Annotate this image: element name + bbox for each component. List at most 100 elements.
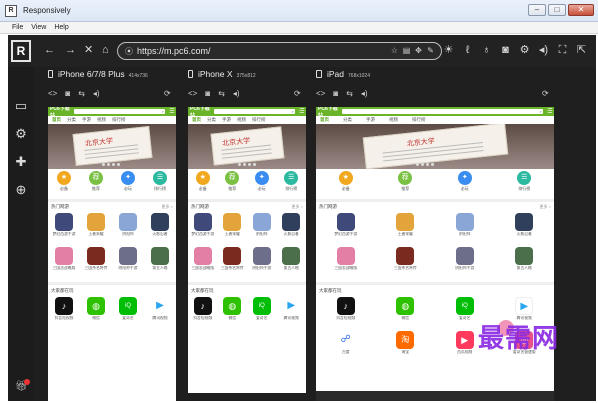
game-item[interactable]: 第五人格 — [495, 245, 555, 279]
site-search-input[interactable]: ⌕ — [214, 109, 295, 114]
network-icon[interactable]: ⊕ — [12, 181, 30, 199]
app-item[interactable]: ◍ 微信 — [80, 295, 112, 329]
forward-icon[interactable]: → — [65, 44, 76, 56]
game-item[interactable]: 梦幻西游手游 — [188, 211, 218, 245]
menu-view[interactable]: View — [31, 24, 46, 31]
app-item[interactable]: ♪ 抖音短视频 — [48, 295, 80, 329]
app-item[interactable]: ▶ 腾讯视频 — [277, 295, 307, 329]
close-button[interactable]: ✕ — [568, 4, 594, 16]
bookmark-icon[interactable]: ☆ — [390, 46, 399, 56]
refresh-icon[interactable]: ⟳ — [164, 89, 171, 98]
game-item[interactable]: 阴阳师 — [247, 211, 277, 245]
game-item[interactable]: 阴阳师手游 — [112, 245, 144, 279]
extensions-icon[interactable]: ✚ — [12, 153, 30, 171]
menu-icon[interactable]: ☰ — [168, 108, 176, 116]
settings-gear-icon[interactable]: ⚙ — [518, 43, 531, 58]
brightness-icon[interactable]: ☀ — [442, 43, 455, 58]
site-tab[interactable]: 手游 — [222, 117, 231, 123]
site-search-input[interactable]: ⌕ — [74, 109, 165, 114]
category-item[interactable]: 荐推荐 — [84, 171, 109, 197]
mute-icon[interactable]: ◂) — [93, 89, 100, 98]
devtools-icon[interactable]: <> — [316, 89, 325, 98]
category-item[interactable]: 荐推荐 — [220, 171, 245, 197]
game-item[interactable]: 火影忍者 — [277, 211, 307, 245]
screenshot-icon[interactable]: ◙ — [65, 89, 70, 98]
screenshot-icon[interactable]: ◙ — [499, 43, 512, 58]
inspect-icon[interactable]: ℓ — [461, 43, 474, 58]
category-item[interactable]: ✦ 必玩 — [116, 171, 141, 197]
game-item[interactable]: 三国杀名将传 — [80, 245, 112, 279]
screenshot-icon[interactable]: ◙ — [205, 89, 210, 98]
more-link[interactable]: 更多 > — [292, 204, 303, 210]
site-tab[interactable]: 视频 — [97, 117, 106, 123]
app-item[interactable]: ▶ 腾讯视频 — [144, 295, 176, 329]
game-item[interactable]: 阴阳师 — [112, 211, 144, 245]
site-search-input[interactable]: ⌕ — [342, 109, 543, 114]
category-item[interactable]: ☰ 排行榜 — [279, 171, 304, 197]
site-tab[interactable]: 排行榜 — [412, 117, 426, 123]
site-tab[interactable]: 视频 — [389, 117, 398, 123]
rotate-icon[interactable]: ⇆ — [218, 89, 225, 98]
banner-image[interactable]: 北京大学 — [188, 124, 306, 169]
game-item[interactable]: 阴阳师 — [435, 211, 495, 245]
edit-icon[interactable]: ✎ — [426, 46, 435, 56]
app-item[interactable]: iQ 爱奇艺 — [112, 295, 144, 329]
menu-file[interactable]: File — [12, 24, 23, 31]
game-item[interactable]: 三国杀名将传 — [376, 245, 436, 279]
category-item[interactable]: ☰ 排行榜 — [148, 171, 173, 197]
game-item[interactable]: 火影忍者 — [144, 211, 176, 245]
rotate-icon[interactable]: ⇆ — [78, 89, 85, 98]
device-screen[interactable]: PC6下载站 ⌕ ☰ 首页 分类 手游 视频 排行榜 北京大学 — [316, 107, 554, 401]
layout-icon[interactable]: ⇱ — [575, 43, 588, 58]
url-bar[interactable]: ⦿ https://m.pc6.com/ ☆ ▤ ✥ ✎ — [117, 42, 442, 60]
home-icon[interactable]: ⌂ — [102, 44, 109, 56]
game-item[interactable]: 王者荣耀 — [218, 211, 248, 245]
devices-icon[interactable]: ▭ — [12, 97, 30, 115]
refresh-icon[interactable]: ⟳ — [294, 89, 301, 98]
clipboard-icon[interactable]: ▤ — [402, 46, 411, 56]
game-item[interactable]: 梦幻西游手游 — [316, 211, 376, 245]
menu-help[interactable]: Help — [54, 24, 68, 31]
category-item[interactable]: ★ 必备 — [190, 171, 215, 197]
site-tab[interactable]: 视频 — [237, 117, 246, 123]
site-tab[interactable]: 分类 — [67, 117, 76, 123]
maximize-button[interactable]: □ — [548, 4, 566, 16]
game-item[interactable]: 梦幻西游手游 — [48, 211, 80, 245]
refresh-icon[interactable]: ⟳ — [542, 89, 549, 98]
minimize-button[interactable]: – — [528, 4, 546, 16]
app-item[interactable]: iQ 爱奇艺 — [247, 295, 277, 329]
menu-icon[interactable]: ☰ — [546, 108, 554, 116]
url-text[interactable]: https://m.pc6.com/ — [137, 46, 211, 56]
game-item[interactable]: 火影忍者 — [495, 211, 555, 245]
more-link[interactable]: 更多 > — [540, 204, 551, 210]
category-item[interactable]: ✦ 必玩 — [452, 171, 477, 197]
game-item[interactable]: 三国杀名将传 — [218, 245, 248, 279]
site-tab[interactable]: 排行榜 — [112, 117, 126, 123]
site-tab[interactable]: 分类 — [343, 117, 352, 123]
game-item[interactable]: 第五人格 — [144, 245, 176, 279]
site-tab[interactable]: 首页 — [320, 117, 329, 123]
site-tab[interactable]: 首页 — [52, 117, 61, 123]
mute-icon[interactable]: ◂) — [233, 89, 240, 98]
device-screen[interactable]: PC6下载站 ⌕ ☰ 首页 分类 手游 视频 排行榜 北京大学 — [48, 107, 176, 401]
app-item[interactable]: ◍ 微信 — [218, 295, 248, 329]
game-item[interactable]: 三国志战略版 — [48, 245, 80, 279]
app-item[interactable]: ☍ 百度 — [316, 329, 376, 363]
menu-icon[interactable]: ☰ — [298, 108, 306, 116]
zoom-in-icon[interactable]: ⊕ — [594, 43, 597, 58]
category-item[interactable]: ★ 必备 — [52, 171, 77, 197]
site-tab[interactable]: 分类 — [207, 117, 216, 123]
category-item[interactable]: ✦ 必玩 — [249, 171, 274, 197]
app-item[interactable]: ♪ 抖音短视频 — [188, 295, 218, 329]
more-link[interactable]: 更多 > — [162, 204, 173, 210]
game-item[interactable]: 王者荣耀 — [376, 211, 436, 245]
site-tab[interactable]: 首页 — [192, 117, 201, 123]
banner-image[interactable]: 北京大学 — [48, 124, 176, 169]
back-icon[interactable]: ← — [44, 44, 55, 56]
game-item[interactable]: 三国志战略版 — [188, 245, 218, 279]
game-item[interactable]: 阴阳师手游 — [435, 245, 495, 279]
app-item[interactable]: ◍ 微信 — [376, 295, 436, 329]
app-item[interactable]: 淘淘宝 — [376, 329, 436, 363]
rotate-icon[interactable]: ⇆ — [346, 89, 353, 98]
devtools-icon[interactable]: <> — [48, 89, 57, 98]
